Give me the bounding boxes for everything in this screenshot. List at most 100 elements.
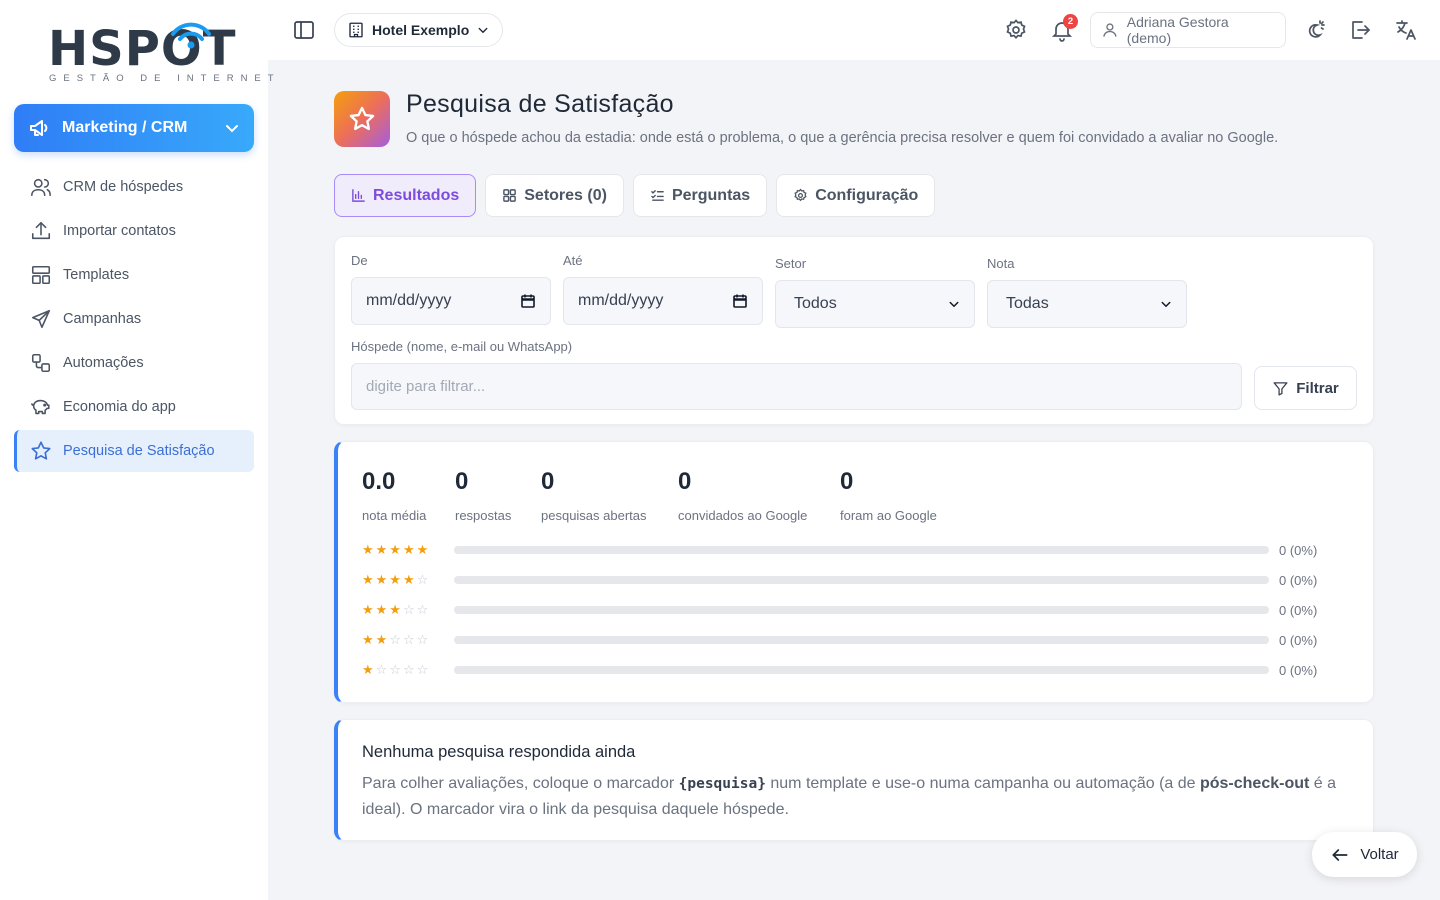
back-button[interactable]: Voltar: [1312, 832, 1417, 877]
sidebar-item-label: Pesquisa de Satisfação: [63, 443, 215, 459]
sidebar-item-pesquisa-de-satisfacao[interactable]: Pesquisa de Satisfação: [14, 430, 254, 472]
sidebar-item-campanhas[interactable]: Campanhas: [14, 298, 254, 340]
theme-toggle-icon[interactable]: [1303, 18, 1327, 42]
tab-resultados[interactable]: Resultados: [334, 174, 477, 217]
notification-badge: 2: [1063, 14, 1078, 29]
rating-count: 0 (0%): [1279, 662, 1318, 678]
guest-search-input[interactable]: [351, 363, 1242, 410]
stat-value: 0: [455, 468, 469, 495]
stat-label: respostas: [455, 508, 512, 523]
rating-bar: [454, 636, 1269, 644]
sidebar-item-importar-contatos[interactable]: Importar contatos: [14, 210, 254, 252]
brand-logo[interactable]: HSPOT GESTÃO DE INTERNET: [48, 20, 274, 86]
wifi-logo-icon: [171, 22, 211, 49]
sidebar: HSPOT GESTÃO DE INTERNET Marketing / CRM…: [0, 0, 274, 900]
sidebar-item-label: Campanhas: [63, 311, 142, 327]
stat-value: 0: [678, 468, 692, 495]
grade-label: Nota: [987, 256, 1015, 271]
rating-count: 0 (0%): [1279, 632, 1318, 648]
date-to-input[interactable]: mm/dd/yyyy: [563, 277, 763, 325]
date-from-label: De: [351, 253, 368, 268]
piggy-bank-icon: [31, 399, 50, 415]
page-title: Pesquisa de Satisfação: [406, 90, 674, 118]
date-to-label: Até: [563, 253, 583, 268]
filter-button-label: Filtrar: [1296, 379, 1339, 397]
tab-label: Resultados: [373, 186, 460, 204]
megaphone-icon: [30, 120, 48, 136]
stat-open-surveys: 0 pesquisas abertas: [541, 468, 647, 523]
upload-icon: [31, 221, 51, 240]
survey-placeholder-code: {pesquisa}: [678, 776, 766, 792]
logout-icon[interactable]: [1348, 18, 1372, 42]
sector-value: Todos: [794, 295, 837, 312]
gear-icon: [794, 188, 807, 202]
tab-configuracao[interactable]: Configuração: [776, 174, 936, 217]
sidebar-item-automacoes[interactable]: Automações: [14, 342, 254, 384]
users-icon: [31, 178, 51, 197]
module-label: Marketing / CRM: [62, 119, 188, 136]
translate-icon[interactable]: [1394, 18, 1418, 42]
rating-stars: ★★☆☆☆: [362, 632, 431, 647]
stat-label: pesquisas abertas: [541, 508, 647, 523]
filter-button[interactable]: Filtrar: [1254, 366, 1357, 410]
sidebar-item-economia-do-app[interactable]: Economia do app: [14, 386, 254, 428]
bar-chart-icon: [352, 189, 365, 202]
sidebar-toggle-icon[interactable]: [292, 18, 316, 42]
filter-panel: De mm/dd/yyyy Até mm/dd/yyyy Setor Todos…: [334, 236, 1374, 425]
stat-average-grade: 0.0 nota média: [362, 468, 426, 523]
empty-state-text: Para colher avaliações, coloque o marcad…: [362, 771, 1347, 823]
date-from-value: mm/dd/yyyy: [366, 292, 452, 309]
user-name: Adriana Gestora (demo): [1126, 14, 1229, 46]
stat-label: convidados ao Google: [678, 508, 808, 523]
settings-gear-icon[interactable]: [1004, 18, 1028, 42]
sector-select[interactable]: Todos: [775, 280, 975, 328]
rating-bar: [454, 576, 1269, 584]
rating-bar: [454, 606, 1269, 614]
stat-label: foram ao Google: [840, 508, 937, 523]
date-from-input[interactable]: mm/dd/yyyy: [351, 277, 551, 325]
calendar-icon: [733, 294, 747, 308]
sector-label: Setor: [775, 256, 807, 271]
grade-select[interactable]: Todas: [987, 280, 1187, 328]
list-checks-icon: [651, 190, 664, 201]
rating-stars: ★★★☆☆: [362, 602, 431, 617]
tab-setores[interactable]: Setores (0): [485, 174, 624, 217]
hotel-name: Hotel Exemplo: [372, 22, 470, 38]
page-subtitle: O que o hóspede achou da estadia: onde e…: [406, 130, 1279, 146]
tab-label: Perguntas: [671, 186, 751, 204]
chevron-down-icon: [1161, 301, 1171, 308]
module-selector-button[interactable]: Marketing / CRM: [14, 104, 254, 152]
back-button-label: Voltar: [1360, 846, 1399, 863]
star-icon: [349, 106, 375, 131]
rating-stars: ★★★★☆: [362, 572, 431, 587]
tab-perguntas[interactable]: Perguntas: [632, 174, 768, 217]
stat-responses: 0 respostas: [455, 468, 511, 523]
page-star-icon-tile: [334, 91, 390, 147]
results-summary-card: 0.0 nota média 0 respostas 0 pesquisas a…: [334, 441, 1374, 703]
stat-value: 0.0: [362, 468, 396, 495]
grade-value: Todas: [1006, 295, 1049, 312]
user-menu[interactable]: Adriana Gestora (demo): [1090, 12, 1286, 48]
date-to-value: mm/dd/yyyy: [578, 292, 664, 309]
guest-search-label: Hóspede (nome, e-mail ou WhatsApp): [351, 339, 573, 354]
empty-text-bold: pós-check-out: [1199, 775, 1310, 792]
empty-text-part: Para colher avaliações, coloque o marcad…: [362, 775, 679, 792]
brand-tagline: GESTÃO DE INTERNET: [49, 73, 281, 84]
rating-bar: [454, 546, 1269, 554]
rating-bar: [454, 666, 1269, 674]
hotel-selector[interactable]: Hotel Exemplo: [334, 13, 503, 47]
stat-went-google: 0 foram ao Google: [840, 468, 937, 523]
rating-row-4: ★★★★☆ 0 (0%): [362, 572, 1362, 588]
tab-bar: Resultados Setores (0) Perguntas Configu…: [334, 174, 944, 217]
sidebar-item-templates[interactable]: Templates: [14, 254, 254, 296]
send-icon: [31, 309, 51, 329]
stat-invited-google: 0 convidados ao Google: [678, 468, 807, 523]
sidebar-item-crm-hospedes[interactable]: CRM de hóspedes: [14, 166, 254, 208]
tab-label: Configuração: [815, 186, 919, 204]
building-icon: [349, 22, 363, 38]
rating-row-3: ★★★☆☆ 0 (0%): [362, 602, 1362, 618]
rating-row-2: ★★☆☆☆ 0 (0%): [362, 632, 1362, 648]
topbar: Hotel Exemplo 2 Adriana Gestora (demo): [268, 0, 1440, 60]
stat-value: 0: [541, 468, 555, 495]
rating-row-1: ★☆☆☆☆ 0 (0%): [362, 662, 1362, 678]
